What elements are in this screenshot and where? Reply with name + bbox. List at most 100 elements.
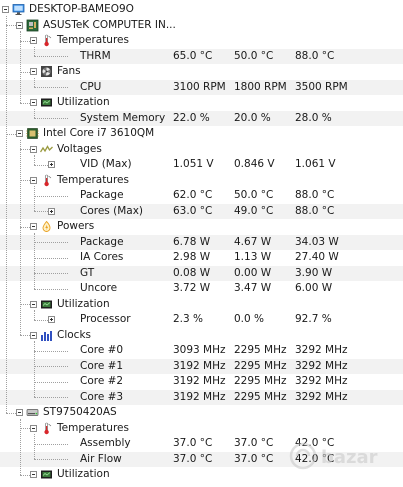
node-label: Powers: [57, 220, 95, 232]
sensor-row[interactable]: VID (Max) 1.051 V 0.846 V 1.061 V: [0, 157, 403, 173]
node-label: DESKTOP-BAMEO9O: [29, 3, 134, 15]
collapse-toggle[interactable]: [16, 130, 23, 137]
tree-node-row[interactable]: Temperatures: [0, 421, 403, 437]
power-icon: [40, 220, 53, 233]
value-min: 4.67 W: [234, 235, 272, 248]
tree-connector: [6, 15, 7, 413]
sensor-label: Air Flow: [80, 452, 122, 465]
collapse-toggle[interactable]: [30, 68, 37, 75]
node-label: Utilization: [57, 96, 110, 108]
chip-icon: [40, 468, 53, 481]
tree-connector: [20, 226, 30, 228]
collapse-toggle[interactable]: [30, 424, 37, 432]
collapse-toggle[interactable]: [30, 471, 37, 478]
tree-node-row[interactable]: DESKTOP-BAMEO9O: [0, 2, 403, 18]
collapse-toggle[interactable]: [16, 409, 23, 416]
tree-node-row[interactable]: ST9750420AS: [0, 405, 403, 421]
sensor-label: Core #2: [80, 375, 124, 387]
tree-node-row[interactable]: Utilization: [0, 95, 403, 111]
expand-toggle[interactable]: [48, 161, 55, 168]
value-current: 6.78 W: [173, 235, 211, 248]
tree-connector: [20, 102, 30, 104]
value-min: 3.47 W: [234, 282, 272, 294]
tree-connector: [34, 118, 68, 120]
node-label: ST9750420AS: [43, 406, 117, 418]
value-current: 37.0 °C: [173, 452, 213, 465]
node-label: Utilization: [57, 297, 110, 310]
tree-connector: [20, 149, 30, 151]
tree-node-row[interactable]: Temperatures: [0, 33, 403, 49]
chip-icon: [40, 96, 53, 109]
tree-connector: [20, 335, 30, 337]
collapse-toggle[interactable]: [30, 145, 37, 153]
value-min: 0.00 W: [234, 266, 272, 279]
tree-node-row[interactable]: Utilization: [0, 467, 403, 483]
value-max: 88.0 °C: [295, 49, 335, 62]
value-min: 1.13 W: [234, 251, 272, 263]
motherboard-icon: [26, 19, 39, 32]
tree-connector: [20, 139, 21, 336]
monitor-icon: [12, 3, 25, 16]
tree-connector: [20, 40, 30, 42]
tree-node-row[interactable]: Intel Core i7 3610QM: [0, 126, 403, 142]
tree-connector: [34, 242, 68, 244]
tree-connector: [34, 381, 68, 383]
value-current: 2.98 W: [173, 251, 211, 263]
expand-toggle[interactable]: [48, 316, 55, 323]
tree-connector: [20, 71, 30, 73]
sensor-row[interactable]: Processor 2.3 % 0.0 % 92.7 %: [0, 312, 403, 328]
sensor-label: Package: [80, 189, 124, 201]
sensor-row[interactable]: Cores (Max) 63.0 °C 49.0 °C 88.0 °C: [0, 203, 403, 219]
node-label: Intel Core i7 3610QM: [43, 127, 155, 139]
collapse-toggle[interactable]: [30, 223, 37, 230]
tree-connector: [34, 443, 68, 445]
value-min: 50.0 °C: [234, 49, 274, 62]
tree-node-row[interactable]: Clocks: [0, 328, 403, 344]
node-label: Clocks: [57, 328, 91, 341]
tree-node-row[interactable]: Temperatures: [0, 173, 403, 189]
collapse-toggle[interactable]: [30, 37, 37, 44]
tree-connector: [34, 366, 68, 368]
tree-node-row[interactable]: Powers: [0, 219, 403, 235]
sensor-label: Core #0: [80, 344, 124, 356]
value-min: 2295 MHz: [234, 359, 287, 372]
collapse-toggle[interactable]: [2, 6, 9, 13]
value-min: 37.0 °C: [234, 437, 274, 449]
tree-connector: [6, 133, 16, 135]
value-max: 42.0 °C: [295, 437, 335, 449]
node-label: Temperatures: [57, 173, 129, 186]
value-current: 37.0 °C: [173, 437, 213, 449]
value-max: 27.40 W: [295, 251, 339, 263]
value-max: 88.0 °C: [295, 204, 335, 217]
collapse-toggle[interactable]: [16, 21, 23, 29]
value-current: 1.051 V: [173, 158, 214, 170]
tree-node-row[interactable]: Fans: [0, 64, 403, 80]
node-label: Voltages: [57, 142, 102, 155]
tree-connector: [34, 397, 68, 399]
node-label: Fans: [57, 65, 81, 77]
expand-toggle[interactable]: [48, 207, 55, 215]
sensor-label: Package: [80, 235, 124, 248]
sensor-label: System Memory: [80, 111, 166, 124]
value-min: 2295 MHz: [234, 344, 287, 356]
thermometer-icon: [40, 34, 53, 47]
value-current: 0.08 W: [173, 266, 211, 279]
sensor-label: Core #1: [80, 359, 124, 372]
tree-connector: [20, 180, 30, 182]
tree-node-row[interactable]: Voltages: [0, 142, 403, 158]
collapse-toggle[interactable]: [30, 300, 37, 308]
collapse-toggle[interactable]: [30, 176, 37, 184]
tree-node-row[interactable]: Utilization: [0, 297, 403, 313]
collapse-toggle[interactable]: [30, 99, 37, 106]
tree-node-row[interactable]: ASUSTeK COMPUTER IN...: [0, 18, 403, 34]
tree-connector: [20, 474, 30, 476]
value-max: 3.90 W: [295, 266, 333, 279]
tree-connector: [20, 418, 21, 475]
tree-connector: [20, 31, 21, 103]
tree-connector: [34, 288, 68, 290]
value-max: 3292 MHz: [295, 375, 348, 387]
collapse-toggle[interactable]: [30, 331, 37, 339]
value-min: 49.0 °C: [234, 204, 274, 217]
value-min: 2295 MHz: [234, 375, 287, 387]
value-current: 63.0 °C: [173, 204, 213, 217]
